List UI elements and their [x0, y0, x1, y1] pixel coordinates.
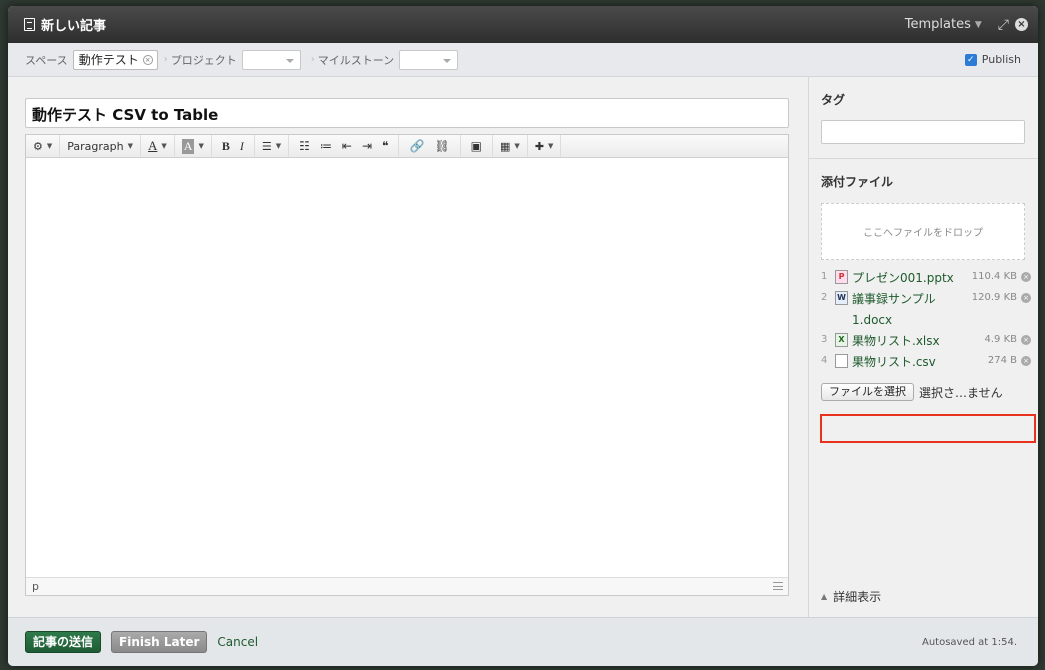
resize-grip-icon[interactable]	[773, 582, 783, 590]
remove-file-icon[interactable]: ×	[1021, 293, 1031, 303]
milestone-select[interactable]	[399, 49, 459, 70]
bold-icon[interactable]: B	[222, 139, 230, 154]
editor-content-area[interactable]	[26, 158, 788, 577]
file-dropzone[interactable]: ここへファイルをドロップ	[821, 203, 1025, 260]
checkbox-checked-icon[interactable]: ✓	[964, 53, 977, 66]
paragraph-label: Paragraph	[67, 139, 124, 153]
background-color-icon: A	[181, 138, 195, 154]
table-menu[interactable]: ▦ ▼	[493, 135, 528, 157]
file-size: 110.4 KB	[971, 271, 1017, 282]
pptx-file-icon: P	[835, 270, 848, 284]
editor-statusbar: p	[26, 577, 788, 595]
file-size: 274 B	[987, 355, 1017, 366]
document-icon	[24, 18, 35, 31]
outdent-icon[interactable]: ⇤	[342, 139, 352, 153]
settings-menu[interactable]: ⚙ ▼	[26, 135, 61, 157]
no-file-text: 選択さ…ません	[919, 385, 1003, 400]
indent-icon[interactable]: ⇥	[362, 139, 372, 153]
triangle-up-icon: ▲	[821, 592, 828, 601]
details-label: 詳細表示	[833, 590, 882, 604]
dropzone-text: ここへファイルをドロップ	[863, 228, 983, 239]
file-size: 120.9 KB	[971, 292, 1017, 303]
file-number: 4	[821, 355, 828, 366]
publish-toggle[interactable]: ✓ Publish	[964, 53, 1021, 66]
blockquote-icon[interactable]: ❝	[382, 139, 388, 153]
remove-file-icon[interactable]: ×	[1021, 356, 1031, 366]
project-select[interactable]	[241, 49, 301, 70]
dialog-title: 新しい記事	[41, 19, 107, 34]
plugin-menu[interactable]: ✚ ▼	[528, 135, 562, 157]
puzzle-icon: ✚	[534, 139, 545, 153]
file-number: 3	[821, 334, 828, 345]
csv-file-icon	[835, 354, 848, 368]
file-picker: ファイルを選択 選択さ…ません	[821, 383, 1033, 401]
numbered-list-icon[interactable]: ≔	[320, 139, 332, 153]
file-number: 1	[821, 271, 828, 282]
element-path: p	[32, 580, 39, 593]
dialog-footer: 記事の送信 Finish Later Cancel Autosaved at 1…	[8, 617, 1038, 666]
file-link[interactable]: 果物リスト.csv	[852, 352, 962, 373]
text-color-menu[interactable]: A ▼	[141, 135, 175, 157]
table-icon: ▦	[500, 139, 511, 153]
new-article-dialog: 新しい記事 Templates ▼ ⤢ × スペース 動作テスト × › プロジ…	[8, 6, 1038, 666]
bullet-list-icon[interactable]: ☷	[299, 139, 310, 153]
templates-menu[interactable]: Templates	[905, 17, 971, 32]
tag-section: タグ	[809, 77, 1038, 159]
file-size: 4.9 KB	[984, 334, 1018, 345]
gear-icon: ⚙	[33, 139, 43, 153]
align-menu[interactable]: ☰ ▼	[255, 135, 290, 157]
highlight-box	[820, 414, 1036, 443]
attachments-section: 添付ファイル ここへファイルをドロップ 1 P プレゼン001.pptx 110…	[809, 159, 1038, 401]
remove-file-icon[interactable]: ×	[1021, 272, 1031, 282]
article-title-input[interactable]: 動作テスト CSV to Table	[25, 98, 789, 128]
file-link[interactable]: プレゼン001.pptx	[852, 268, 962, 289]
background-color-menu[interactable]: A ▼	[175, 135, 212, 157]
unlink-icon[interactable]: ⛓	[434, 139, 449, 153]
templates-caret-icon[interactable]: ▼	[975, 20, 982, 30]
tag-title: タグ	[821, 93, 846, 107]
paragraph-format-select[interactable]: Paragraph ▼	[60, 135, 141, 157]
editor-pane: 動作テスト CSV to Table ⚙ ▼ Paragraph ▼ A ▼ A ▼ B…	[8, 77, 809, 617]
file-link[interactable]: 議事録サンプル1.docx	[852, 289, 962, 331]
remove-file-icon[interactable]: ×	[1021, 335, 1031, 345]
list-item: 4 果物リスト.csv 274 B ×	[821, 352, 1033, 373]
image-icon[interactable]: ▣	[471, 139, 482, 153]
editor-toolbar: ⚙ ▼ Paragraph ▼ A ▼ A ▼ B I ☰ ▼ ☷ ≔ ⇤ ⇥ ❝	[26, 135, 788, 158]
chevron-right-icon: ›	[310, 54, 315, 65]
remove-space-icon[interactable]: ×	[142, 54, 153, 65]
file-link[interactable]: 果物リスト.xlsx	[852, 331, 962, 352]
choose-file-button[interactable]: ファイルを選択	[821, 383, 914, 401]
chevron-right-icon: ›	[163, 54, 168, 65]
details-toggle[interactable]: ▲ 詳細表示	[821, 588, 881, 605]
milestone-label: マイルストーン	[317, 53, 395, 67]
attachment-list: 1 P プレゼン001.pptx 110.4 KB × 2 W 議事録サンプル1…	[821, 268, 1033, 373]
list-item: 2 W 議事録サンプル1.docx 120.9 KB ×	[821, 289, 1033, 331]
expand-icon[interactable]: ⤢	[998, 17, 1009, 33]
align-left-icon: ☰	[261, 139, 272, 153]
rich-text-editor: ⚙ ▼ Paragraph ▼ A ▼ A ▼ B I ☰ ▼ ☷ ≔ ⇤ ⇥ ❝	[25, 134, 789, 596]
tag-input[interactable]	[821, 120, 1025, 144]
cancel-link[interactable]: Cancel	[217, 635, 258, 649]
dialog-titlebar: 新しい記事 Templates ▼ ⤢ ×	[8, 6, 1038, 43]
send-article-button[interactable]: 記事の送信	[25, 631, 102, 653]
finish-later-button[interactable]: Finish Later	[111, 631, 208, 653]
space-value: 動作テスト	[78, 53, 139, 67]
space-label: スペース	[25, 53, 68, 67]
italic-icon[interactable]: I	[240, 139, 244, 154]
space-chip[interactable]: 動作テスト ×	[72, 49, 158, 70]
list-item: 1 P プレゼン001.pptx 110.4 KB ×	[821, 268, 1033, 289]
docx-file-icon: W	[835, 291, 848, 305]
attachments-title: 添付ファイル	[821, 175, 894, 189]
xlsx-file-icon: X	[835, 333, 848, 347]
project-label: プロジェクト	[170, 53, 237, 67]
file-number: 2	[821, 292, 828, 303]
list-item: 3 X 果物リスト.xlsx 4.9 KB ×	[821, 331, 1033, 352]
link-icon[interactable]: 🔗	[409, 139, 424, 153]
close-icon[interactable]: ×	[1015, 18, 1028, 31]
sidebar: タグ 添付ファイル ここへファイルをドロップ 1 P プレゼン001.pptx …	[809, 77, 1038, 617]
text-color-icon: A	[148, 138, 158, 153]
meta-bar: スペース 動作テスト × › プロジェクト › マイルストーン ✓ Publis…	[8, 43, 1038, 77]
publish-label: Publish	[981, 53, 1021, 66]
autosave-status: Autosaved at 1:54.	[921, 636, 1017, 648]
